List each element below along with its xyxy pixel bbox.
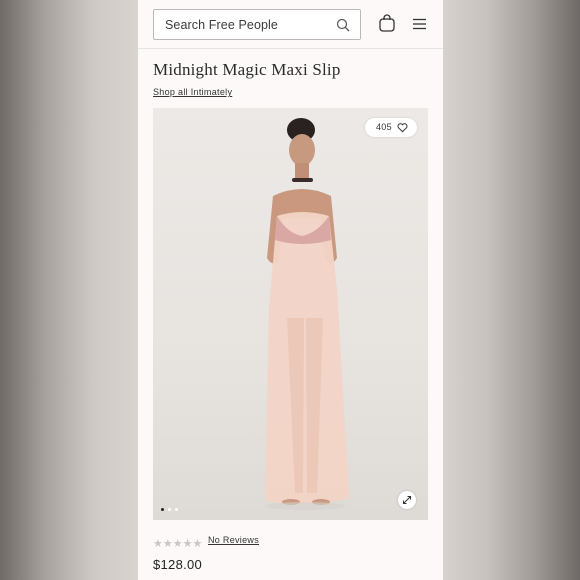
mobile-page: Search Free People Midnight Magic Maxi S…: [138, 0, 443, 580]
product-price: $128.00: [153, 557, 203, 572]
carousel-dot[interactable]: [175, 508, 178, 511]
rating-stars: ★★★★★: [153, 534, 202, 550]
star-icon: ★: [192, 538, 203, 550]
heart-icon: [397, 123, 408, 133]
carousel-dot-active[interactable]: [161, 508, 164, 511]
reviews-link[interactable]: No Reviews: [208, 535, 259, 545]
carousel-dot[interactable]: [168, 508, 171, 511]
header: Search Free People: [138, 0, 443, 49]
product-title: Midnight Magic Maxi Slip: [153, 60, 341, 79]
search-icon[interactable]: [336, 18, 350, 32]
search-box[interactable]: Search Free People: [153, 9, 361, 40]
star-icon: ★: [153, 538, 163, 550]
model-photo: [265, 118, 349, 510]
product-image[interactable]: 405: [153, 108, 428, 520]
shop-all-brand-link[interactable]: Shop all Intimately: [153, 87, 232, 97]
expand-icon: [403, 496, 411, 504]
favorite-count: 405: [376, 122, 392, 132]
search-input[interactable]: Search Free People: [165, 18, 278, 32]
star-icon: ★: [182, 538, 193, 550]
hamburger-menu-icon[interactable]: [412, 18, 427, 30]
favorite-button[interactable]: 405: [365, 118, 417, 137]
shopping-bag-icon[interactable]: [379, 14, 395, 32]
expand-image-button[interactable]: [398, 491, 416, 509]
star-icon: ★: [172, 538, 183, 550]
star-icon: ★: [162, 538, 173, 550]
